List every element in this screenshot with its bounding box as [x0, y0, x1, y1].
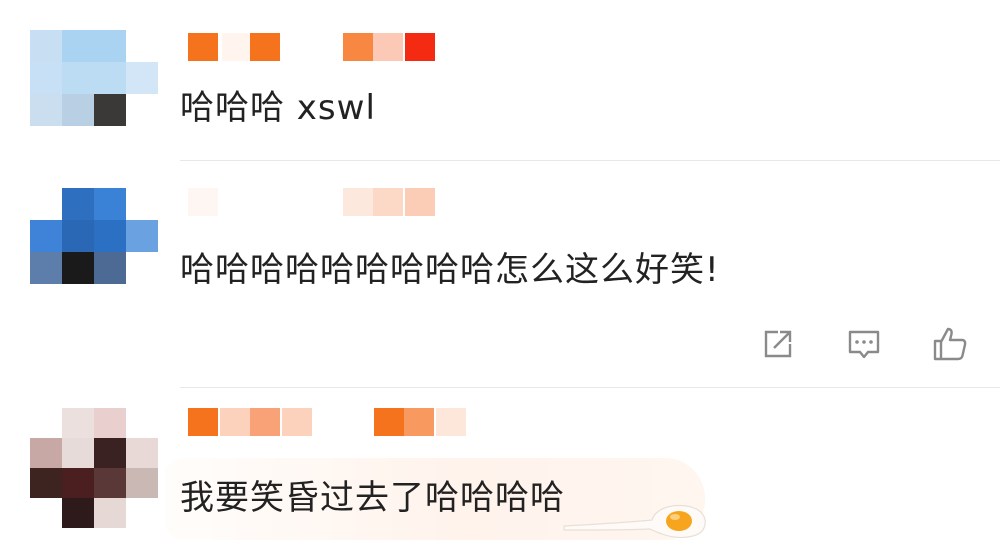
reply-button[interactable]: [844, 324, 884, 364]
egg-spoon-decoration: [563, 504, 706, 538]
avatar[interactable]: [30, 408, 158, 528]
share-button[interactable]: [758, 324, 798, 364]
comment-text: 我要笑昏过去了哈哈哈哈: [180, 478, 565, 518]
comment-actions: [758, 324, 970, 364]
like-button[interactable]: [930, 324, 970, 364]
comment-text: 哈哈哈哈哈哈哈哈哈怎么这么好笑!: [180, 250, 720, 290]
divider: [180, 160, 1000, 161]
avatar[interactable]: [30, 30, 158, 126]
share-icon: [764, 330, 792, 358]
comment-text: 哈哈哈 xswl: [180, 88, 376, 128]
divider: [180, 387, 1000, 388]
comment-icon: [848, 330, 880, 359]
thumbs-up-icon: [933, 327, 967, 361]
avatar[interactable]: [30, 188, 158, 284]
